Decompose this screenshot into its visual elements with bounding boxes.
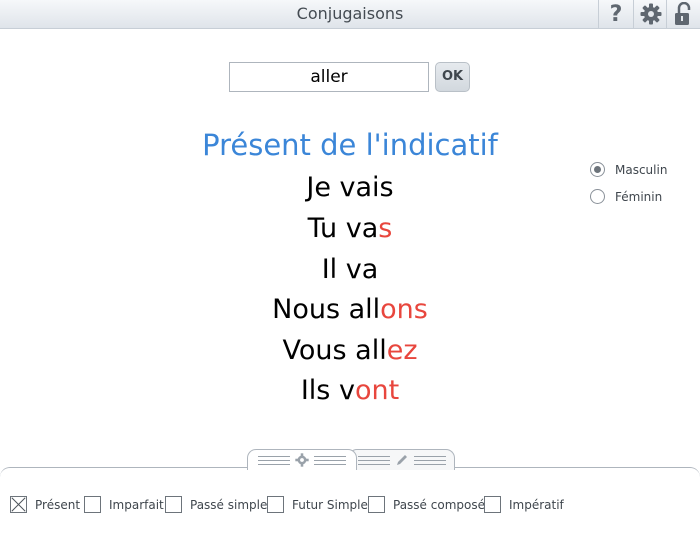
tense-checkbox-passe-simple[interactable]: Passé simple (165, 496, 267, 513)
radio-button[interactable] (590, 189, 605, 204)
checkbox[interactable] (165, 496, 182, 513)
conjugation-line: Il va (0, 254, 700, 285)
settings-button[interactable] (633, 0, 668, 28)
radio-label: Féminin (615, 189, 663, 204)
checkbox-label: Futur Simple (292, 497, 368, 512)
tense-checkboxes: Présent Imparfait Passé simple Futur Sim… (0, 496, 700, 516)
checkbox[interactable] (84, 496, 101, 513)
ending: ons (380, 294, 428, 325)
ending: ez (386, 335, 418, 366)
conjugation-line: Vous allez (0, 335, 700, 366)
lock-button[interactable] (666, 0, 700, 28)
tense-checkbox-passe-compose[interactable]: Passé composé (368, 496, 485, 513)
tense-checkbox-present[interactable]: Présent (10, 496, 80, 513)
help-icon: ? (609, 1, 623, 27)
tab-edit[interactable] (348, 449, 455, 470)
checkbox[interactable] (267, 496, 284, 513)
conjugation-line: Nous allons (0, 294, 700, 325)
tense-checkbox-imperatif[interactable]: Impératif (484, 496, 564, 513)
ok-button[interactable]: OK (435, 62, 470, 92)
tense-checkbox-imparfait[interactable]: Imparfait (84, 496, 164, 513)
gender-option-feminin[interactable]: Féminin (590, 189, 662, 204)
checkbox[interactable] (10, 496, 27, 513)
conjugation-line: Tu vas (0, 213, 700, 244)
ending: s (378, 213, 393, 244)
tense-heading: Présent de l'indicatif (202, 128, 498, 162)
tab-settings[interactable] (247, 449, 357, 470)
title-bar: Conjugaisons ? (0, 0, 700, 29)
checkbox[interactable] (484, 496, 501, 513)
checkbox-label: Présent (35, 497, 81, 512)
stem: Vous all (282, 335, 387, 366)
gear-icon (295, 453, 309, 467)
stem: Je vais (306, 172, 394, 203)
gender-option-masculin[interactable]: Masculin (590, 162, 667, 177)
help-button[interactable]: ? (598, 0, 633, 28)
pencil-icon (396, 455, 407, 465)
ending: ont (354, 375, 400, 406)
checkbox-label: Passé simple (190, 497, 268, 512)
checkbox-label: Passé composé (393, 497, 485, 512)
stem: Ils v (300, 375, 355, 406)
window-title: Conjugaisons (296, 4, 404, 23)
tense-checkbox-futur-simple[interactable]: Futur Simple (267, 496, 368, 513)
stem: Tu va (307, 213, 379, 244)
checkbox-label: Impératif (509, 497, 564, 512)
lines-decoration (258, 455, 290, 465)
radio-label: Masculin (615, 162, 668, 177)
verb-input[interactable]: aller (229, 62, 429, 92)
radio-button[interactable] (590, 162, 605, 177)
stem: Nous all (272, 294, 381, 325)
stem: Il va (321, 254, 379, 285)
lines-decoration (357, 455, 390, 465)
lines-decoration (314, 455, 346, 465)
conjugation-line: Ils vont (0, 375, 700, 406)
lines-decoration (413, 455, 446, 465)
unlock-icon (675, 2, 691, 25)
gear-icon (640, 3, 662, 25)
checkbox[interactable] (368, 496, 385, 513)
checkbox-label: Imparfait (109, 497, 164, 512)
